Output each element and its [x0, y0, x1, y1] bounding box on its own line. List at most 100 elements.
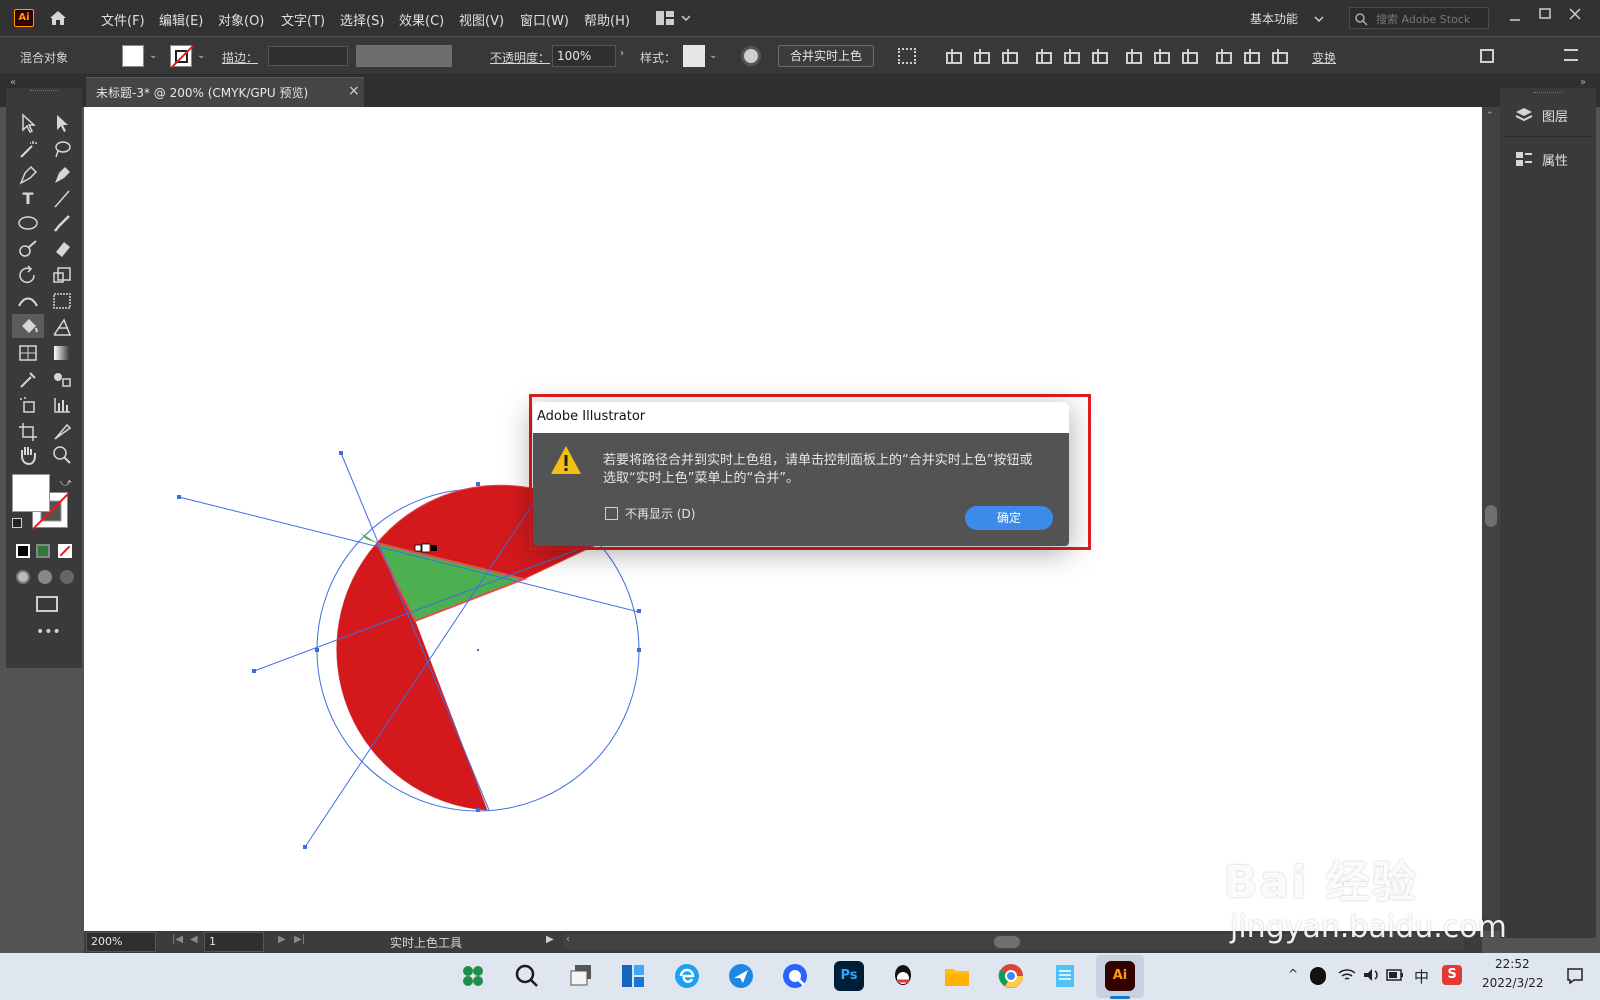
selection-tool-icon[interactable]: [16, 112, 40, 134]
search-icon[interactable]: [512, 961, 542, 991]
anchor-point[interactable]: [476, 482, 480, 486]
gradient-tool-icon[interactable]: [54, 346, 70, 360]
scroll-thumb[interactable]: [1485, 505, 1497, 527]
default-fill-stroke-icon[interactable]: [12, 518, 22, 528]
opacity-input[interactable]: 100%: [552, 45, 616, 67]
align-bottom-icon[interactable]: [1090, 49, 1108, 64]
maximize-button[interactable]: [1538, 7, 1552, 21]
last-artboard-icon[interactable]: ▶|: [294, 934, 305, 945]
brush-definition-dropdown[interactable]: [356, 45, 452, 67]
close-window-button[interactable]: [1568, 7, 1582, 21]
perspective-grid-tool-icon[interactable]: [50, 316, 74, 338]
distribute-right-icon[interactable]: [1270, 49, 1288, 64]
anchor-point[interactable]: [339, 451, 343, 455]
widgets-icon[interactable]: [618, 961, 648, 991]
shaper-tool-icon[interactable]: [16, 238, 40, 260]
symbol-sprayer-tool-icon[interactable]: [16, 394, 40, 416]
zoom-field[interactable]: 200%: [86, 932, 156, 952]
notepad-icon[interactable]: [1050, 961, 1080, 991]
chevron-down-icon[interactable]: [1313, 13, 1325, 28]
curvature-tool-icon[interactable]: [50, 164, 74, 186]
ok-button[interactable]: 确定: [965, 506, 1053, 530]
draw-behind-icon[interactable]: [38, 570, 52, 584]
merge-live-paint-button[interactable]: 合并实时上色: [778, 45, 874, 67]
screen-mode-icon[interactable]: [36, 596, 58, 612]
live-paint-bucket-tool-icon[interactable]: [16, 316, 40, 338]
distribute-bottom-icon[interactable]: [1180, 49, 1198, 64]
panel-menu-icon[interactable]: [1564, 49, 1578, 61]
feishu-icon[interactable]: [726, 961, 756, 991]
photoshop-icon[interactable]: Ps: [834, 961, 864, 991]
volume-icon[interactable]: [1362, 967, 1380, 983]
color-mode-icon[interactable]: [16, 544, 30, 558]
fill-color-box[interactable]: [12, 474, 50, 512]
sogou-input-icon[interactable]: S: [1442, 965, 1462, 985]
hand-tool-icon[interactable]: [16, 444, 40, 466]
distribute-top-icon[interactable]: [1124, 49, 1142, 64]
swap-fill-stroke-icon[interactable]: ⤻: [60, 476, 72, 490]
menu-file[interactable]: 文件(F): [101, 10, 145, 29]
gradient-mode-icon[interactable]: [36, 544, 50, 558]
battery-icon[interactable]: [1386, 968, 1404, 982]
align-top-icon[interactable]: [1034, 49, 1052, 64]
first-artboard-icon[interactable]: |◀: [172, 934, 183, 945]
menu-type[interactable]: 文字(T): [281, 10, 325, 29]
distribute-vertical-center-icon[interactable]: [1152, 49, 1170, 64]
scroll-left-icon[interactable]: ‹: [566, 934, 570, 945]
layers-panel-button[interactable]: 图层: [1504, 98, 1592, 132]
close-tab-icon[interactable]: ×: [348, 83, 360, 99]
anchor-point[interactable]: [303, 845, 307, 849]
scale-tool-icon[interactable]: [50, 264, 74, 286]
align-right-icon[interactable]: [1000, 49, 1018, 64]
artboard-tool-icon[interactable]: [16, 420, 40, 442]
magic-wand-tool-icon[interactable]: [16, 138, 40, 160]
align-horizontal-center-icon[interactable]: [972, 49, 990, 64]
properties-panel-button[interactable]: 属性: [1504, 142, 1592, 176]
anchor-point[interactable]: [637, 648, 641, 652]
graphic-style-swatch[interactable]: [683, 45, 705, 67]
minimize-button[interactable]: [1508, 10, 1522, 24]
edge-icon[interactable]: [672, 961, 702, 991]
align-left-icon[interactable]: [944, 49, 962, 64]
width-tool-icon[interactable]: [16, 290, 40, 312]
ime-indicator[interactable]: 中: [1414, 966, 1429, 987]
pen-tool-icon[interactable]: [16, 164, 40, 186]
lasso-tool-icon[interactable]: [50, 138, 74, 160]
file-explorer-icon[interactable]: [942, 961, 972, 991]
anchor-point[interactable]: [637, 609, 641, 613]
distribute-left-icon[interactable]: [1214, 49, 1232, 64]
distribute-horizontal-center-icon[interactable]: [1242, 49, 1260, 64]
dont-show-again-label[interactable]: 不再显示 (D): [625, 505, 695, 522]
paintbrush-tool-icon[interactable]: [50, 212, 74, 234]
eraser-tool-icon[interactable]: [50, 238, 74, 260]
menu-effect[interactable]: 效果(C): [399, 10, 444, 29]
menu-window[interactable]: 窗口(W): [520, 10, 569, 29]
direct-selection-tool-icon[interactable]: [50, 112, 74, 134]
next-artboard-icon[interactable]: ▶: [278, 934, 286, 945]
expand-panels-icon[interactable]: »: [1580, 77, 1586, 88]
illustrator-icon[interactable]: Ai: [1105, 961, 1135, 991]
workspace-switcher[interactable]: 基本功能: [1250, 10, 1298, 27]
stroke-label[interactable]: 描边：: [222, 49, 258, 66]
zoom-tool-icon[interactable]: [50, 444, 74, 466]
task-view-icon[interactable]: [566, 961, 596, 991]
anchor-point[interactable]: [476, 808, 480, 812]
arrange-documents-icon[interactable]: [656, 11, 691, 25]
opacity-label[interactable]: 不透明度：: [490, 49, 550, 66]
vertical-scrollbar[interactable]: ⌃: [1482, 107, 1500, 931]
column-graph-tool-icon[interactable]: [50, 394, 74, 416]
transform-label[interactable]: 变换: [1312, 49, 1336, 66]
draw-inside-icon[interactable]: [60, 570, 74, 584]
toolbar-grip[interactable]: [30, 90, 58, 93]
qq-icon[interactable]: [888, 961, 918, 991]
recolor-artwork-icon[interactable]: [741, 46, 761, 66]
prev-artboard-icon[interactable]: ◀: [190, 934, 198, 945]
notification-icon[interactable]: [1566, 967, 1584, 985]
fill-swatch[interactable]: [122, 45, 144, 67]
clock-time[interactable]: 22:52: [1495, 957, 1530, 971]
free-transform-tool-icon[interactable]: [50, 290, 74, 312]
panel-grip[interactable]: [1534, 92, 1562, 95]
chevron-down-icon[interactable]: ⌄: [197, 50, 205, 61]
horizontal-scroll-thumb[interactable]: [994, 936, 1020, 948]
anchor-point[interactable]: [252, 669, 256, 673]
